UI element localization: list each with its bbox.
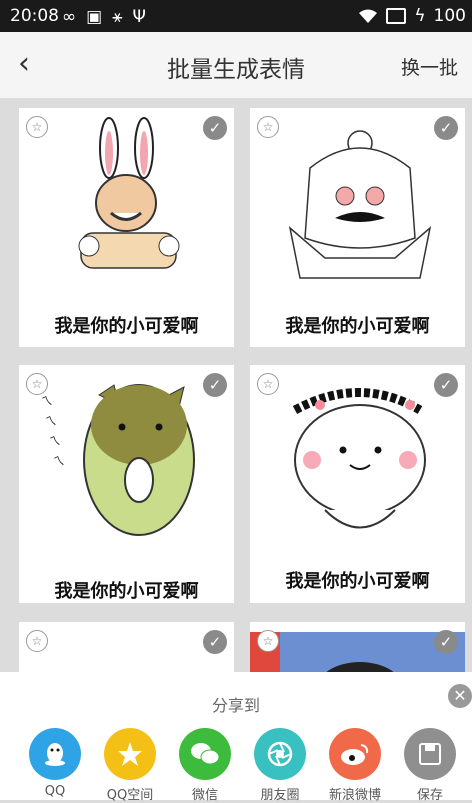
sticker-image [292, 388, 426, 529]
close-icon[interactable]: ✕ [448, 684, 472, 708]
share-notification-icon: ⚹ [112, 7, 123, 27]
sticker-card[interactable]: ☆ ✓ ㄟ ㄟ ㄟ ㄟ 我是你的小可爱啊 [19, 365, 234, 603]
image-notification-icon: ▣ [86, 7, 103, 27]
selected-check-icon[interactable]: ✓ [434, 630, 458, 654]
share-weibo-button[interactable]: 新浪微博 [323, 728, 387, 803]
sticker-grid: ☆ ✓ 我是你的小可爱啊 ☆ ✓ 我是你的小可爱啊 ☆ ✓ ㄟ ㄟ ㄟ ㄟ 我是… [0, 99, 472, 672]
qzone-icon [104, 728, 156, 780]
sticker-image: ㄟ ㄟ ㄟ ㄟ [41, 384, 195, 536]
svg-text:ㄟ: ㄟ [45, 414, 57, 428]
top-bar: ‹ 批量生成表情 换一批 [0, 32, 472, 99]
infinity-icon: ∞ [62, 7, 77, 27]
charging-icon: ϟ [414, 6, 426, 26]
sticker-caption: 我是你的小可爱啊 [54, 581, 199, 602]
status-time: 20:08 [10, 6, 59, 26]
refresh-batch-button[interactable]: 换一批 [401, 53, 458, 80]
share-moments-button[interactable]: 朋友圈 [248, 728, 312, 803]
wifi-icon [359, 9, 378, 23]
share-label: QQ空间 [106, 788, 154, 803]
save-button[interactable]: 保存 [398, 728, 462, 803]
favorite-star-icon[interactable]: ☆ [257, 630, 279, 652]
sticker-image [288, 130, 432, 279]
battery-level: 100 [433, 6, 466, 26]
sticker-image [78, 117, 180, 269]
share-label: 朋友圈 [260, 788, 300, 803]
sticker-caption: 我是你的小可爱啊 [54, 316, 199, 337]
share-label: 微信 [191, 788, 218, 803]
save-icon [404, 728, 456, 780]
screen-icon [386, 8, 407, 24]
svg-text:ㄟ: ㄟ [41, 394, 53, 408]
sticker-card[interactable]: ☆ ✓ 我是你的小可爱啊 [19, 108, 234, 347]
status-bar: 20:08 ∞ ▣ ⚹ Ψ ϟ 100 [0, 0, 472, 32]
sticker-card[interactable]: ☆ ✓ [19, 622, 234, 672]
moments-icon [254, 728, 306, 780]
svg-text:ㄟ: ㄟ [53, 454, 65, 468]
wechat-icon [179, 728, 231, 780]
sticker-card[interactable]: ☆ ✓ 我是你的小可爱啊 [250, 365, 465, 603]
share-label: 新浪微博 [328, 788, 381, 803]
sticker-image [250, 632, 465, 672]
share-qq-button[interactable]: QQ [23, 728, 87, 799]
share-wechat-button[interactable]: 微信 [173, 728, 237, 803]
selected-check-icon[interactable]: ✓ [203, 630, 227, 654]
qq-icon [29, 728, 81, 780]
sticker-caption: 我是你的小可爱啊 [285, 316, 430, 337]
share-label: 保存 [416, 788, 443, 803]
weibo-icon [329, 728, 381, 780]
share-title: 分享到 [211, 696, 260, 715]
share-qzone-button[interactable]: QQ空间 [98, 728, 162, 803]
share-label: QQ [44, 784, 66, 799]
favorite-star-icon[interactable]: ☆ [26, 630, 48, 652]
svg-text:ㄟ: ㄟ [49, 434, 61, 448]
sticker-card[interactable]: ☆ ✓ 我是你的小可爱啊 [250, 108, 465, 347]
sticker-card[interactable]: ☆ ✓ [250, 622, 465, 672]
share-panel: 分享到 ✕ QQ QQ空间 微信 朋友圈 新浪微博 保存 [0, 672, 472, 803]
sticker-caption: 我是你的小可爱啊 [285, 571, 430, 592]
usb-icon: Ψ [132, 7, 146, 27]
